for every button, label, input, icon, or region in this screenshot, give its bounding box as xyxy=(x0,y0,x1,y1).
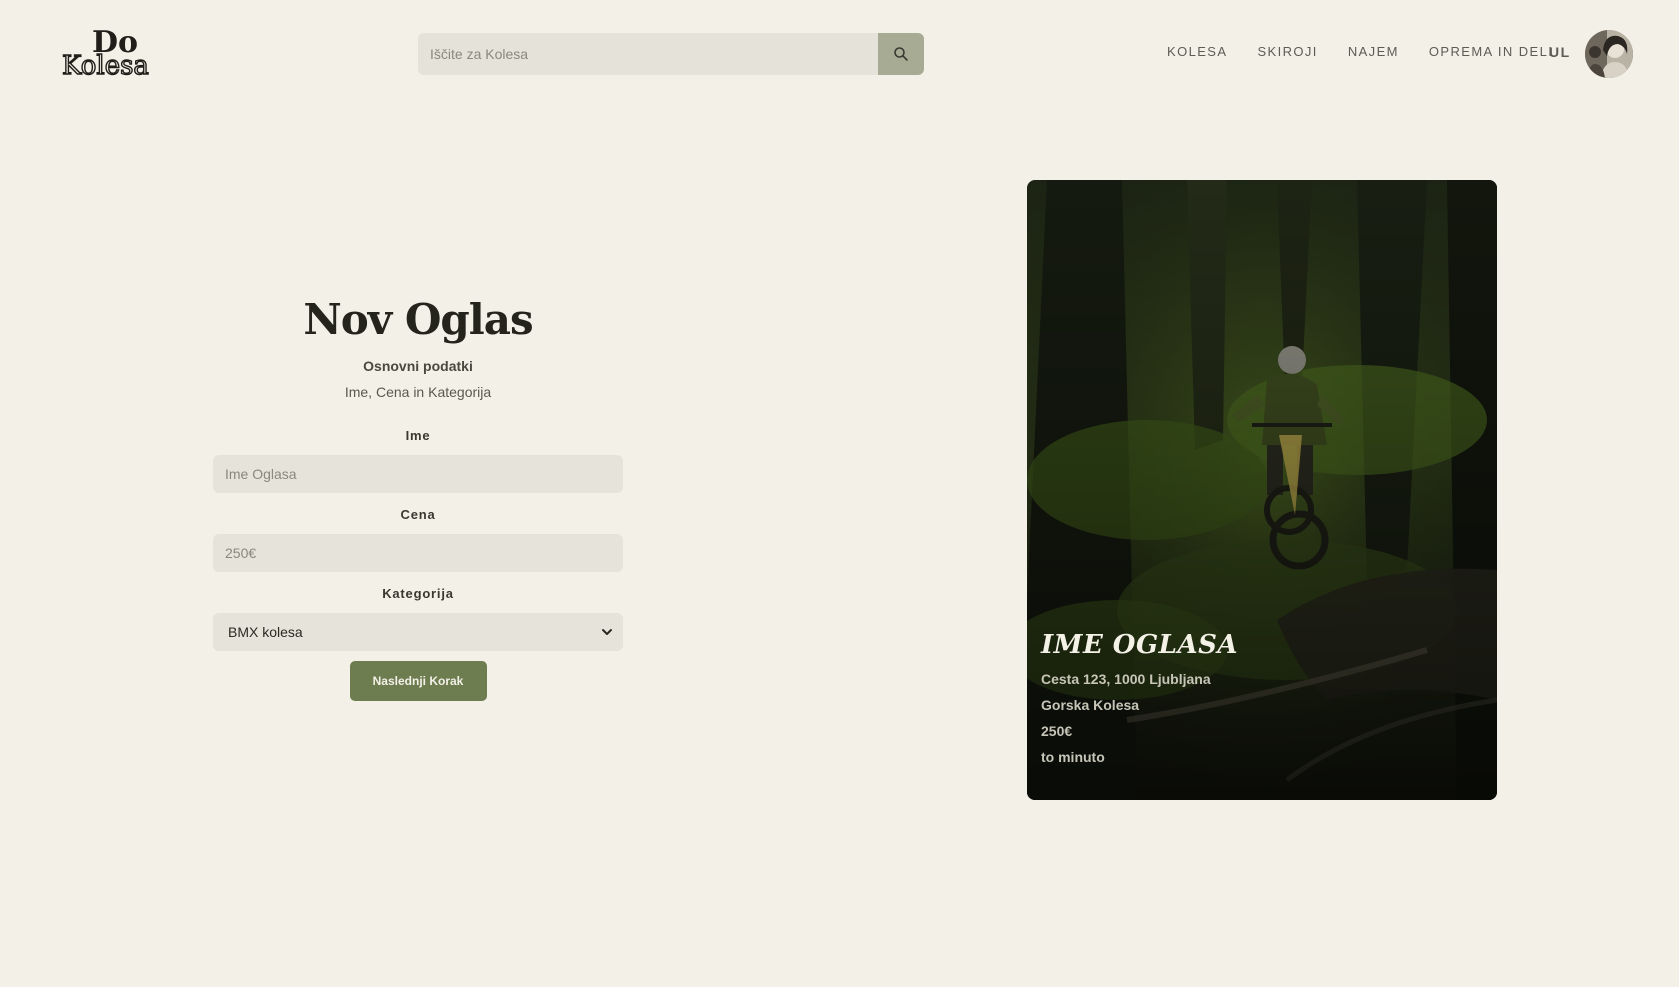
chevron-down-icon xyxy=(602,629,612,635)
search-input[interactable] xyxy=(418,33,878,75)
category-select[interactable]: BMX kolesa xyxy=(213,613,623,651)
preview-price: 250€ xyxy=(1041,723,1073,739)
preview-time: to minuto xyxy=(1041,749,1105,765)
category-label: Kategorija xyxy=(382,586,454,601)
user-initials[interactable]: UL xyxy=(1549,44,1571,60)
page-title: Nov Oglas xyxy=(303,295,533,344)
listing-preview-card[interactable]: IME OGLASA Cesta 123, 1000 Ljubljana Gor… xyxy=(1027,180,1497,800)
avatar-photo-icon xyxy=(1585,30,1633,78)
nav-item-skiroji[interactable]: SKIROJI xyxy=(1257,44,1317,59)
main-nav: KOLESA SKIROJI NAJEM OPREMA IN DELI xyxy=(1167,44,1553,59)
preview-address: Cesta 123, 1000 Ljubljana xyxy=(1041,671,1211,687)
name-input[interactable] xyxy=(213,455,623,493)
nav-item-oprema-in-deli[interactable]: OPREMA IN DELI xyxy=(1429,44,1553,59)
nav-item-kolesa[interactable]: KOLESA xyxy=(1167,44,1227,59)
header: Do Kolesa KOLESA SKIROJI NAJEM OPREMA IN… xyxy=(0,0,1679,107)
preview-title: IME OGLASA xyxy=(1041,630,1239,660)
category-select-value: BMX kolesa xyxy=(228,624,303,640)
logo[interactable]: Do Kolesa xyxy=(60,25,166,82)
price-input[interactable] xyxy=(213,534,623,572)
next-step-button[interactable]: Naslednji Korak xyxy=(349,661,487,701)
search-bar xyxy=(418,33,924,75)
search-button[interactable] xyxy=(878,33,924,75)
form-section-description: Ime, Cena in Kategorija xyxy=(344,384,492,400)
form-section-title: Osnovni podatki xyxy=(363,358,473,374)
preview-category: Gorska Kolesa xyxy=(1041,697,1140,713)
new-listing-form: Nov Oglas Osnovni podatki Ime, Cena in K… xyxy=(213,290,623,701)
avatar[interactable] xyxy=(1585,30,1633,78)
search-icon xyxy=(894,47,908,61)
name-label: Ime xyxy=(405,428,431,443)
preview-info: IME OGLASA Cesta 123, 1000 Ljubljana Gor… xyxy=(1041,628,1238,766)
logo-text-bottom: Kolesa xyxy=(62,51,149,78)
nav-item-najem[interactable]: NAJEM xyxy=(1348,44,1399,59)
logo-mark: Do Kolesa xyxy=(61,25,149,82)
price-label: Cena xyxy=(400,507,436,522)
